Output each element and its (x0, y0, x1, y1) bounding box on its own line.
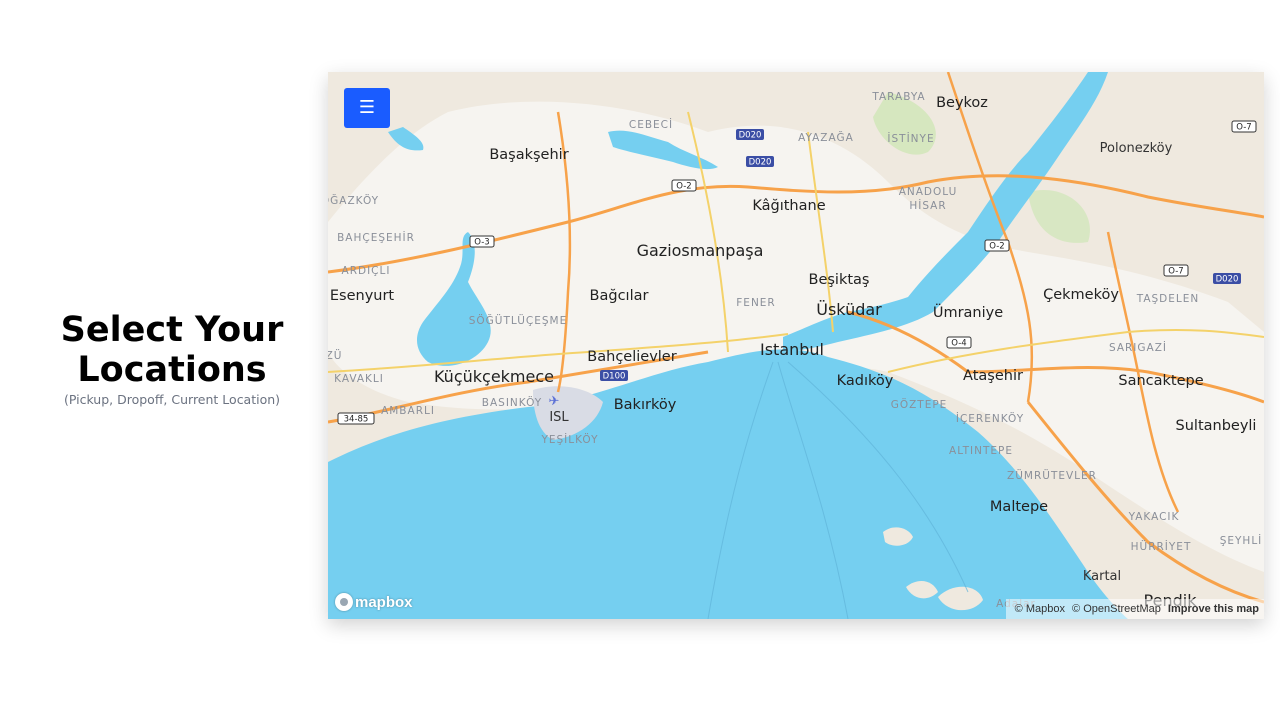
district-label: BAHÇEŞEHİR (337, 231, 415, 244)
district-label: OĞAZKÖY (328, 194, 379, 207)
road-shield: 34-85 (337, 412, 375, 425)
road-shield-label: O-7 (1168, 267, 1183, 277)
menu-button[interactable]: ☰ (344, 88, 390, 128)
road-shield-label: O-2 (989, 242, 1004, 252)
district-label: ŞEYHLİ (1220, 534, 1263, 547)
district-label: BASINKÖY (482, 396, 542, 409)
district-label: CEBECİ (629, 118, 673, 131)
mapbox-logo-icon (335, 593, 353, 611)
place-label[interactable]: Bağcılar (590, 288, 649, 304)
place-label[interactable]: Sancaktepe (1118, 373, 1203, 389)
road-shield-label: O-4 (951, 339, 966, 349)
road-shield-label: D100 (603, 372, 626, 382)
place-label[interactable]: Sultanbeyli (1176, 418, 1257, 434)
district-label: İÇERENKÖY (956, 412, 1024, 425)
place-label: ISL (549, 410, 569, 425)
road-shield: O-2 (984, 239, 1010, 252)
place-label[interactable]: Kartal (1083, 569, 1121, 584)
map-attribution: © Mapbox © OpenStreetMap Improve this ma… (1005, 599, 1264, 619)
road-shield: O-7 (1163, 264, 1189, 277)
heading-block: Select Your Locations (Pickup, Dropoff, … (40, 310, 304, 407)
place-label[interactable]: Polonezköy (1100, 141, 1173, 156)
map-canvas[interactable]: D020 D020 O-7 O-2 O-3 O-2 O-7 D020 O-4 D… (328, 72, 1264, 619)
road-shield-label: 34-85 (344, 415, 369, 425)
place-label[interactable]: Çekmeköy (1043, 287, 1119, 303)
road-shield-label: D020 (739, 131, 762, 141)
district-label: AYAZAĞA (798, 131, 854, 144)
place-label[interactable]: Üsküdar (816, 300, 882, 319)
district-label: ARDIÇLI (342, 265, 391, 277)
district-label: HÜRRİYET (1131, 540, 1192, 553)
place-label[interactable]: Ataşehir (963, 368, 1023, 384)
place-label[interactable]: Bahçelievler (587, 349, 676, 365)
district-label: YEŞİLKÖY (540, 433, 598, 446)
district-label: KAVAKLI (334, 373, 384, 385)
attribution-mapbox-link[interactable]: © Mapbox (1015, 603, 1065, 615)
road-shield: O-4 (946, 336, 972, 349)
place-label[interactable]: Beşiktaş (809, 272, 870, 288)
road-shield: D020 (1213, 273, 1241, 285)
road-shield: D100 (600, 370, 628, 382)
airport-icon: ✈ (549, 394, 560, 409)
place-label[interactable]: Ümraniye (933, 303, 1003, 321)
district-label: YAKACIK (1128, 511, 1180, 523)
road-shield-label: D020 (1216, 275, 1239, 285)
place-label[interactable]: Kâğıthane (752, 198, 825, 214)
district-label: TAŞDELEN (1136, 293, 1200, 305)
page-subtitle: (Pickup, Dropoff, Current Location) (63, 392, 281, 407)
map-container[interactable]: D020 D020 O-7 O-2 O-3 O-2 O-7 D020 O-4 D… (328, 72, 1264, 619)
district-label: ANADOLU (899, 186, 958, 198)
page-title: Select Your Locations (60, 310, 284, 390)
road-shield: D020 (736, 129, 764, 141)
mapbox-logo-text: mapbox (355, 593, 413, 611)
road-shield: O-2 (671, 179, 697, 192)
district-label: ALTINTEPE (949, 445, 1013, 457)
road-shield: O-7 (1231, 120, 1257, 133)
district-label: SÖĞÜTLÜÇEŞME (469, 314, 568, 327)
road-shield-label: O-2 (676, 182, 691, 192)
district-label: ZÜMRÜTEVLER (1007, 469, 1097, 482)
district-label: AMBARLI (381, 405, 435, 417)
attribution-osm-link[interactable]: © OpenStreetMap (1072, 603, 1161, 615)
place-label[interactable]: Küçükçekmece (434, 367, 554, 386)
district-label: TARABYA (871, 91, 925, 103)
place-label[interactable]: Başakşehir (489, 147, 568, 163)
place-label[interactable]: Esenyurt (330, 288, 395, 304)
improve-map-link[interactable]: Improve this map (1168, 603, 1259, 615)
district-label: GÖZTEPE (891, 398, 948, 411)
place-label[interactable]: Bakırköy (614, 397, 677, 413)
place-label[interactable]: Istanbul (760, 340, 824, 359)
road-shield-label: O-7 (1236, 123, 1251, 133)
road-shield-label: O-3 (474, 238, 489, 248)
road-shield-label: D020 (749, 158, 772, 168)
district-label: HİSAR (909, 199, 946, 212)
district-label: SARIGAZİ (1109, 341, 1167, 354)
place-label[interactable]: Beykoz (936, 95, 988, 111)
place-label[interactable]: Gaziosmanpaşa (637, 241, 764, 260)
road-shield: D020 (746, 156, 774, 168)
mapbox-logo[interactable]: mapbox (335, 593, 413, 611)
district-label: FENER (736, 297, 775, 309)
place-label[interactable]: Maltepe (990, 499, 1048, 515)
road-shield: O-3 (469, 235, 495, 248)
district-label: ZÜ (328, 349, 342, 362)
place-label[interactable]: Kadıköy (837, 373, 894, 389)
district-label: İSTİNYE (887, 132, 934, 145)
